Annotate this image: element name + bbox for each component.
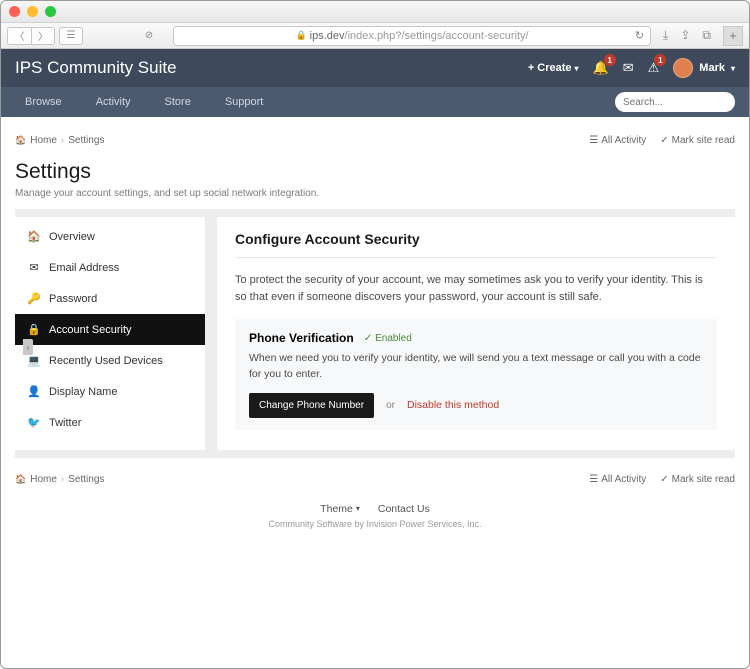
shield-icon[interactable]: ⊘ xyxy=(137,27,161,45)
new-tab-button[interactable]: + xyxy=(723,26,743,46)
url-host: ips.dev xyxy=(310,30,345,42)
window-close-button[interactable] xyxy=(9,6,20,17)
reload-icon[interactable]: ↻ xyxy=(635,29,644,42)
sidebar-item-label: Twitter xyxy=(49,417,81,429)
share-icon[interactable]: ⇪ xyxy=(680,28,690,43)
browser-forward-button[interactable]: 〉 xyxy=(31,27,55,45)
caret-down-icon: ▾ xyxy=(356,504,360,513)
sidebar-item-label: Recently Used Devices xyxy=(49,355,163,367)
avatar xyxy=(673,58,693,78)
or-text: or xyxy=(386,400,395,411)
contact-us-link[interactable]: Contact Us xyxy=(378,503,430,515)
password-icon: 🔑 xyxy=(27,292,41,305)
sidebar-item-label: Email Address xyxy=(49,262,119,274)
browser-back-button[interactable]: 〈 xyxy=(7,27,31,45)
email-address-icon: ✉ xyxy=(27,261,41,274)
breadcrumb-bottom: 🏠 Home › Settings xyxy=(15,474,104,485)
nav-link-activity[interactable]: Activity xyxy=(86,87,141,117)
nav-link-store[interactable]: Store xyxy=(155,87,201,117)
overview-icon: 🏠 xyxy=(27,230,41,243)
all-activity-link-bottom[interactable]: ☰All Activity xyxy=(589,474,646,485)
method-title: Phone Verification xyxy=(249,331,354,345)
browser-sidebar-button[interactable]: ☰ xyxy=(59,27,83,45)
settings-main: Configure Account Security To protect th… xyxy=(217,217,735,450)
check-icon: ✓ xyxy=(660,474,668,485)
tabs-icon[interactable]: ⧉ xyxy=(702,28,711,43)
nav-link-support[interactable]: Support xyxy=(215,87,274,117)
breadcrumb-home[interactable]: Home xyxy=(30,135,57,146)
window-minimize-button[interactable] xyxy=(27,6,38,17)
download-icon[interactable]: ⤓ xyxy=(663,28,668,43)
search-input[interactable] xyxy=(623,97,750,108)
home-icon[interactable]: 🏠 xyxy=(15,135,26,146)
breadcrumb-section[interactable]: Settings xyxy=(68,135,104,146)
all-activity-link[interactable]: ☰All Activity xyxy=(589,135,646,146)
plus-icon: + xyxy=(528,62,534,74)
app-title: IPS Community Suite xyxy=(15,58,177,78)
disable-method-link[interactable]: Disable this method xyxy=(407,399,499,411)
user-menu[interactable]: Mark ▾ xyxy=(673,58,735,78)
theme-picker[interactable]: Theme▾ xyxy=(320,503,360,515)
sidebar-item-recently-used-devices[interactable]: 💻 Recently Used Devices xyxy=(15,345,205,376)
page-title: Settings xyxy=(15,160,735,184)
section-heading: Configure Account Security xyxy=(235,231,717,258)
sidebar-item-overview[interactable]: 🏠 Overview xyxy=(15,221,205,252)
check-icon: ✓ xyxy=(660,135,668,146)
caret-down-icon: ▾ xyxy=(731,64,735,73)
home-icon[interactable]: 🏠 xyxy=(15,474,26,485)
sidebar-item-account-security[interactable]: 🔒 Account Security xyxy=(15,314,205,345)
caret-down-icon: ▾ xyxy=(575,64,579,73)
nav-link-browse[interactable]: Browse xyxy=(15,87,72,117)
twitter-icon: 🐦 xyxy=(27,416,41,429)
lock-icon: 🔒 xyxy=(295,30,306,41)
app-header: IPS Community Suite + Create ▾ 🔔 1 ✉ ⚠ 1… xyxy=(1,49,749,87)
window-titlebar xyxy=(1,1,749,23)
notification-badge: 1 xyxy=(604,54,616,66)
sidebar-item-display-name[interactable]: 👤 Display Name xyxy=(15,376,205,407)
sidebar-item-password[interactable]: 🔑 Password xyxy=(15,283,205,314)
mark-site-read-link-bottom[interactable]: ✓Mark site read xyxy=(660,474,735,485)
section-intro: To protect the security of your account,… xyxy=(235,272,717,305)
sidebar-item-label: Overview xyxy=(49,231,95,243)
browser-toolbar: 〈 〉 ☰ ⊘ 🔒 ips.dev /index.php?/settings/a… xyxy=(1,23,749,49)
window-maximize-button[interactable] xyxy=(45,6,56,17)
sidebar-item-label: Display Name xyxy=(49,386,117,398)
list-icon: ☰ xyxy=(589,474,598,485)
breadcrumb: 🏠 Home › Settings xyxy=(15,135,104,146)
change-phone-button[interactable]: Change Phone Number xyxy=(249,393,374,418)
primary-nav: Browse Activity Store Support 🔍 xyxy=(1,87,749,117)
messages-icon[interactable]: ✉ xyxy=(623,60,634,76)
site-search[interactable]: 🔍 xyxy=(615,92,735,112)
method-description: When we need you to verify your identity… xyxy=(249,351,703,383)
recently-used-devices-icon: 💻 xyxy=(27,354,41,367)
create-button[interactable]: + Create ▾ xyxy=(528,62,579,74)
page-subtitle: Manage your account settings, and set up… xyxy=(15,188,735,199)
display-name-icon: 👤 xyxy=(27,385,41,398)
copyright: Community Software by Invision Power Ser… xyxy=(15,519,735,529)
status-badge: Enabled xyxy=(364,333,412,344)
sidebar-item-label: Password xyxy=(49,293,97,305)
sidebar-item-label: Account Security xyxy=(49,324,132,336)
settings-sidebar: 🏠 Overview ✉ Email Address 🔑 Password 🔒 Account… xyxy=(15,217,205,450)
browser-address-bar[interactable]: 🔒 ips.dev /index.php?/settings/account-s… xyxy=(173,26,651,46)
account-security-icon: 🔒 xyxy=(27,323,41,336)
mfa-method-phone: Phone Verification Enabled When we need … xyxy=(235,319,717,430)
sidebar-item-email-address[interactable]: ✉ Email Address xyxy=(15,252,205,283)
warning-badge: 1 xyxy=(654,54,666,66)
mark-site-read-link[interactable]: ✓Mark site read xyxy=(660,135,735,146)
notifications-icon[interactable]: 🔔 1 xyxy=(593,60,609,76)
list-icon: ☰ xyxy=(589,135,598,146)
url-path: /index.php?/settings/account-security/ xyxy=(345,30,529,42)
page-footer: Theme▾ Contact Us Community Software by … xyxy=(15,489,735,549)
sidebar-collapse-handle[interactable]: › xyxy=(23,339,33,355)
warning-icon[interactable]: ⚠ 1 xyxy=(648,60,660,76)
sidebar-item-twitter[interactable]: 🐦 Twitter xyxy=(15,407,205,438)
